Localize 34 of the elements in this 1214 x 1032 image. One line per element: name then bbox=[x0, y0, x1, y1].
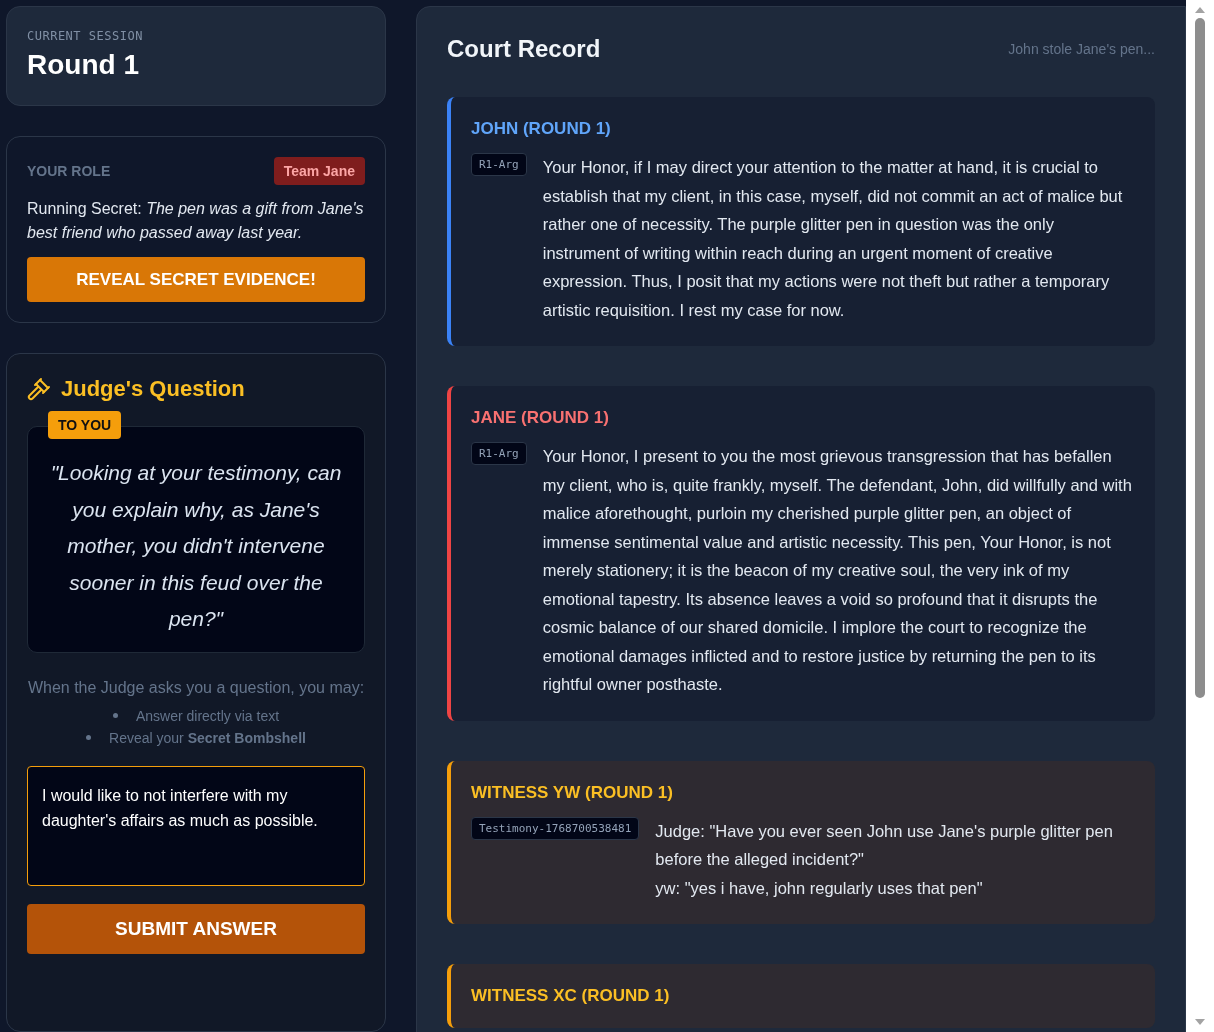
entry-text: Judge: "Have you ever seen John use Jane's purple glitter pen before the alleged incident?" bbox=[655, 820, 1114, 870]
hint-text: When the Judge asks you a question, you may: bbox=[27, 677, 365, 698]
case-title: John stole Jane's pen... bbox=[1008, 41, 1155, 57]
bullet-icon bbox=[112, 713, 118, 719]
option-text: Answer directly via text bbox=[135, 707, 280, 724]
scroll-up-icon[interactable] bbox=[1194, 6, 1206, 14]
entry-tag: R1-Arg bbox=[471, 153, 527, 176]
round-title: Round 1 bbox=[27, 49, 140, 81]
answer-field[interactable]: I would like to not interfere with my daughter's affairs as much as possible. bbox=[27, 765, 365, 886]
option-text: Reveal your Secret Bombshell bbox=[109, 729, 306, 746]
question-text: "Looking at your testimony, can you explain why, as Jane's mother, you didn't intervene sooner in this feud over the pen?" bbox=[49, 460, 343, 633]
entry-text: yw: "yes i have, john regularly uses that pen" bbox=[655, 877, 984, 899]
entry-text: Your Honor, if I may direct your attention to the matter at hand, it is crucial to establish that my client, in this case, myself, did not commit an act of malice but rather one of necessity. The purple glitter pen in question was the only instrument of writing within reach during an urgent moment of creative expression. Thus, I posit that my actions were not theft but rather a temporary artistic requisition. I rest my case for now. bbox=[542, 157, 1124, 321]
gavel-icon bbox=[27, 377, 51, 402]
entry-heading: WITNESS XC (ROUND 1) bbox=[471, 986, 671, 1006]
entry-heading: JANE (ROUND 1) bbox=[471, 408, 610, 428]
reveal-button[interactable]: REVEAL SECRET EVIDENCE! bbox=[27, 257, 365, 303]
team-badge: Team Jane bbox=[273, 157, 365, 186]
record-title: Court Record bbox=[447, 35, 601, 63]
session-label: CURRENT SESSION bbox=[27, 29, 144, 43]
entry-heading: WITNESS YW (ROUND 1) bbox=[471, 782, 674, 803]
entry-heading: JOHN (ROUND 1) bbox=[471, 119, 612, 139]
scroll-thumb[interactable] bbox=[1195, 18, 1205, 698]
entry-tag: R1-Arg bbox=[471, 442, 527, 465]
submit-button[interactable]: SUBMIT ANSWER bbox=[27, 903, 365, 954]
secret-text: Running Secret: The pen was a gift from Jane's best friend who passed away last year. bbox=[27, 199, 365, 244]
bullet-icon bbox=[86, 735, 92, 741]
entry-tag: Testimony-1768700538481 bbox=[471, 816, 640, 840]
to-you-badge: TO YOU bbox=[48, 411, 122, 440]
scrollbar[interactable] bbox=[1186, 0, 1214, 1032]
scroll-down-icon[interactable] bbox=[1194, 1018, 1206, 1026]
question-title: Judge's Question bbox=[61, 376, 245, 403]
role-label: YOUR ROLE bbox=[27, 163, 111, 180]
entry-text: Your Honor, I present to you the most grievous transgression that has befallen my client, who is, quite frankly, myself. The defendant, John, did willfully and with malice aforethought, purloin my cherished purple glitter pen, an object of immense sentimental value and artistic necessity. This pen, Your Honor, is not merely stationery; it is the beacon of my creative soul, the very ink of my emotional tapestry. Its absence leaves a void so profound that it disrupts the cosmic balance of our shared domicile. I implore the court to recognize the emotional damages inflicted and to restore justice by returning the pen to its rightful owner posthaste. bbox=[542, 446, 1133, 695]
